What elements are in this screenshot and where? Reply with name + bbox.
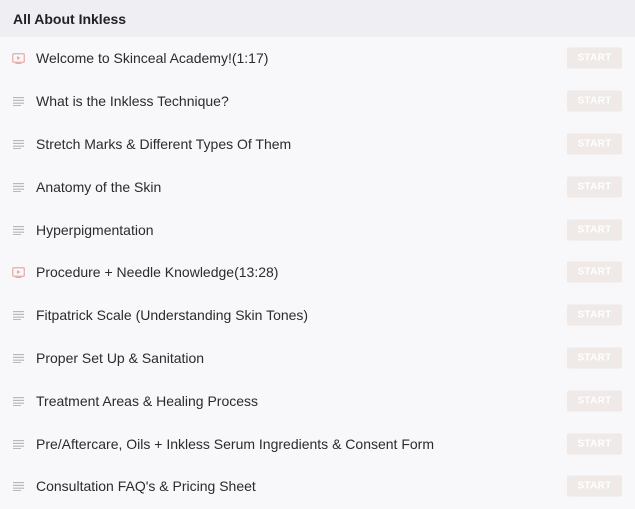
- section-title: All About Inkless: [0, 0, 635, 37]
- lecture-list: Welcome to Skinceal Academy!(1:17) START…: [0, 37, 635, 508]
- lecture-row-2[interactable]: What is the Inkless Technique? START: [0, 80, 635, 123]
- lecture-title: Pre/Aftercare, Oils + Inkless Serum Ingr…: [36, 435, 434, 452]
- start-button[interactable]: START: [567, 176, 622, 198]
- lecture-row-7[interactable]: Fitpatrick Scale (Understanding Skin Ton…: [0, 294, 635, 337]
- lecture-title: Anatomy of the Skin: [36, 178, 162, 195]
- start-button[interactable]: START: [567, 133, 622, 155]
- lecture-title: Hyperpigmentation: [36, 221, 154, 238]
- text-icon: [12, 437, 25, 450]
- lecture-row-6[interactable]: Procedure + Needle Knowledge(13:28) STAR…: [0, 251, 635, 294]
- start-button[interactable]: START: [567, 390, 622, 412]
- video-icon: [12, 266, 25, 279]
- start-button[interactable]: START: [567, 47, 622, 69]
- start-button[interactable]: START: [567, 90, 622, 112]
- text-icon: [12, 223, 25, 236]
- lecture-row-3[interactable]: Stretch Marks & Different Types Of Them …: [0, 123, 635, 166]
- text-icon: [12, 394, 25, 407]
- start-button[interactable]: START: [567, 304, 622, 326]
- text-icon: [12, 137, 25, 150]
- text-icon: [12, 180, 25, 193]
- lecture-title: Proper Set Up & Sanitation: [36, 349, 205, 366]
- start-button[interactable]: START: [567, 347, 622, 369]
- start-button[interactable]: START: [567, 261, 622, 283]
- start-button[interactable]: START: [567, 219, 622, 241]
- lecture-title: Procedure + Needle Knowledge(13:28): [36, 264, 279, 281]
- start-button[interactable]: START: [567, 475, 622, 497]
- text-icon: [12, 95, 25, 108]
- lecture-row-4[interactable]: Anatomy of the Skin START: [0, 165, 635, 208]
- text-icon: [12, 480, 25, 493]
- lecture-title: Fitpatrick Scale (Understanding Skin Ton…: [36, 307, 309, 324]
- course-section-panel: All About Inkless Welcome to Skinceal Ac…: [0, 0, 635, 509]
- text-icon: [12, 351, 25, 364]
- lecture-title: Stretch Marks & Different Types Of Them: [36, 135, 292, 152]
- lecture-row-8[interactable]: Proper Set Up & Sanitation START: [0, 337, 635, 380]
- lecture-title: What is the Inkless Technique?: [36, 93, 229, 110]
- lecture-title: Consultation FAQ's & Pricing Sheet: [36, 478, 256, 495]
- lecture-row-11[interactable]: Consultation FAQ's & Pricing Sheet START: [0, 465, 635, 508]
- lecture-title: Treatment Areas & Healing Process: [36, 392, 259, 409]
- video-icon: [12, 52, 25, 65]
- lecture-row-1[interactable]: Welcome to Skinceal Academy!(1:17) START: [0, 37, 635, 80]
- start-button[interactable]: START: [567, 433, 622, 455]
- text-icon: [12, 309, 25, 322]
- lecture-title: Welcome to Skinceal Academy!(1:17): [36, 50, 269, 67]
- lecture-row-5[interactable]: Hyperpigmentation START: [0, 208, 635, 251]
- lecture-row-9[interactable]: Treatment Areas & Healing Process START: [0, 379, 635, 422]
- lecture-row-10[interactable]: Pre/Aftercare, Oils + Inkless Serum Ingr…: [0, 422, 635, 465]
